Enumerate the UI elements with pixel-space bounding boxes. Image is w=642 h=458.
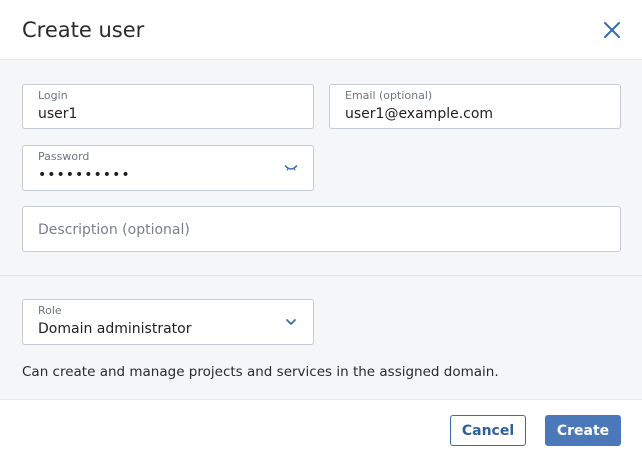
password-visibility-toggle[interactable] [283, 160, 299, 176]
password-value: •••••••••• [38, 167, 131, 183]
role-description: Can create and manage projects and servi… [22, 364, 499, 380]
role-dropdown-toggle[interactable] [283, 314, 299, 330]
close-icon [604, 22, 620, 38]
login-field[interactable]: Login user1 [22, 84, 314, 129]
password-field[interactable]: Password •••••••••• [22, 145, 314, 191]
section-divider [0, 275, 642, 276]
login-label: Login [38, 89, 68, 102]
email-value: user1@example.com [345, 106, 494, 122]
dialog-header: Create user [0, 0, 642, 60]
role-value: Domain administrator [38, 321, 192, 337]
role-select[interactable]: Role Domain administrator [22, 299, 314, 345]
dialog-footer: Cancel Create [0, 399, 642, 458]
create-user-dialog: Create user Login user1 Email (optional)… [0, 0, 642, 458]
cancel-button[interactable]: Cancel [450, 415, 526, 446]
login-value: user1 [38, 106, 78, 122]
description-placeholder: Description (optional) [38, 222, 190, 238]
password-label: Password [38, 150, 90, 163]
description-field[interactable]: Description (optional) [22, 206, 621, 252]
role-label: Role [38, 304, 62, 317]
email-label: Email (optional) [345, 89, 433, 102]
dialog-title: Create user [22, 18, 145, 42]
create-button[interactable]: Create [545, 415, 621, 446]
close-button[interactable] [600, 18, 624, 42]
email-field[interactable]: Email (optional) user1@example.com [329, 84, 621, 129]
chevron-down-icon [286, 319, 296, 325]
eye-closed-icon [284, 165, 298, 171]
